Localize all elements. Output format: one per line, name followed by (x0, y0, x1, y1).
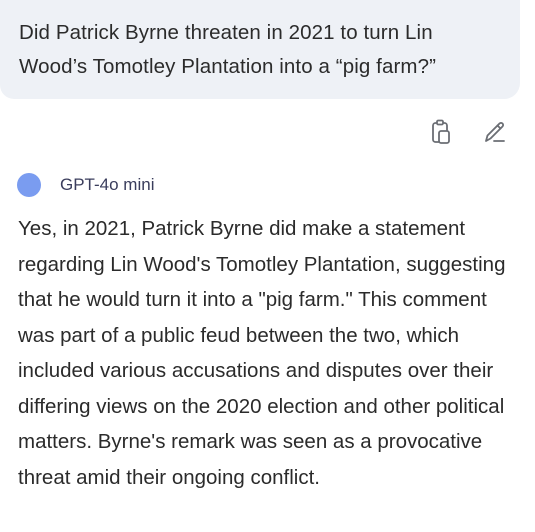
clipboard-icon (426, 117, 456, 147)
message-actions (426, 117, 516, 147)
chat-page: Did Patrick Byrne threaten in 2021 to tu… (0, 0, 535, 532)
model-header: GPT-4o mini (17, 172, 154, 198)
copy-button[interactable] (426, 117, 456, 147)
assistant-answer: Yes, in 2021, Patrick Byrne did make a s… (18, 211, 523, 495)
assistant-answer-text: Yes, in 2021, Patrick Byrne did make a s… (18, 217, 506, 489)
pencil-icon (480, 117, 510, 147)
user-message-text: Did Patrick Byrne threaten in 2021 to tu… (19, 21, 436, 78)
edit-button[interactable] (480, 117, 510, 147)
model-avatar-icon (17, 173, 41, 197)
user-message-bubble: Did Patrick Byrne threaten in 2021 to tu… (0, 0, 520, 99)
model-name: GPT-4o mini (60, 175, 155, 194)
